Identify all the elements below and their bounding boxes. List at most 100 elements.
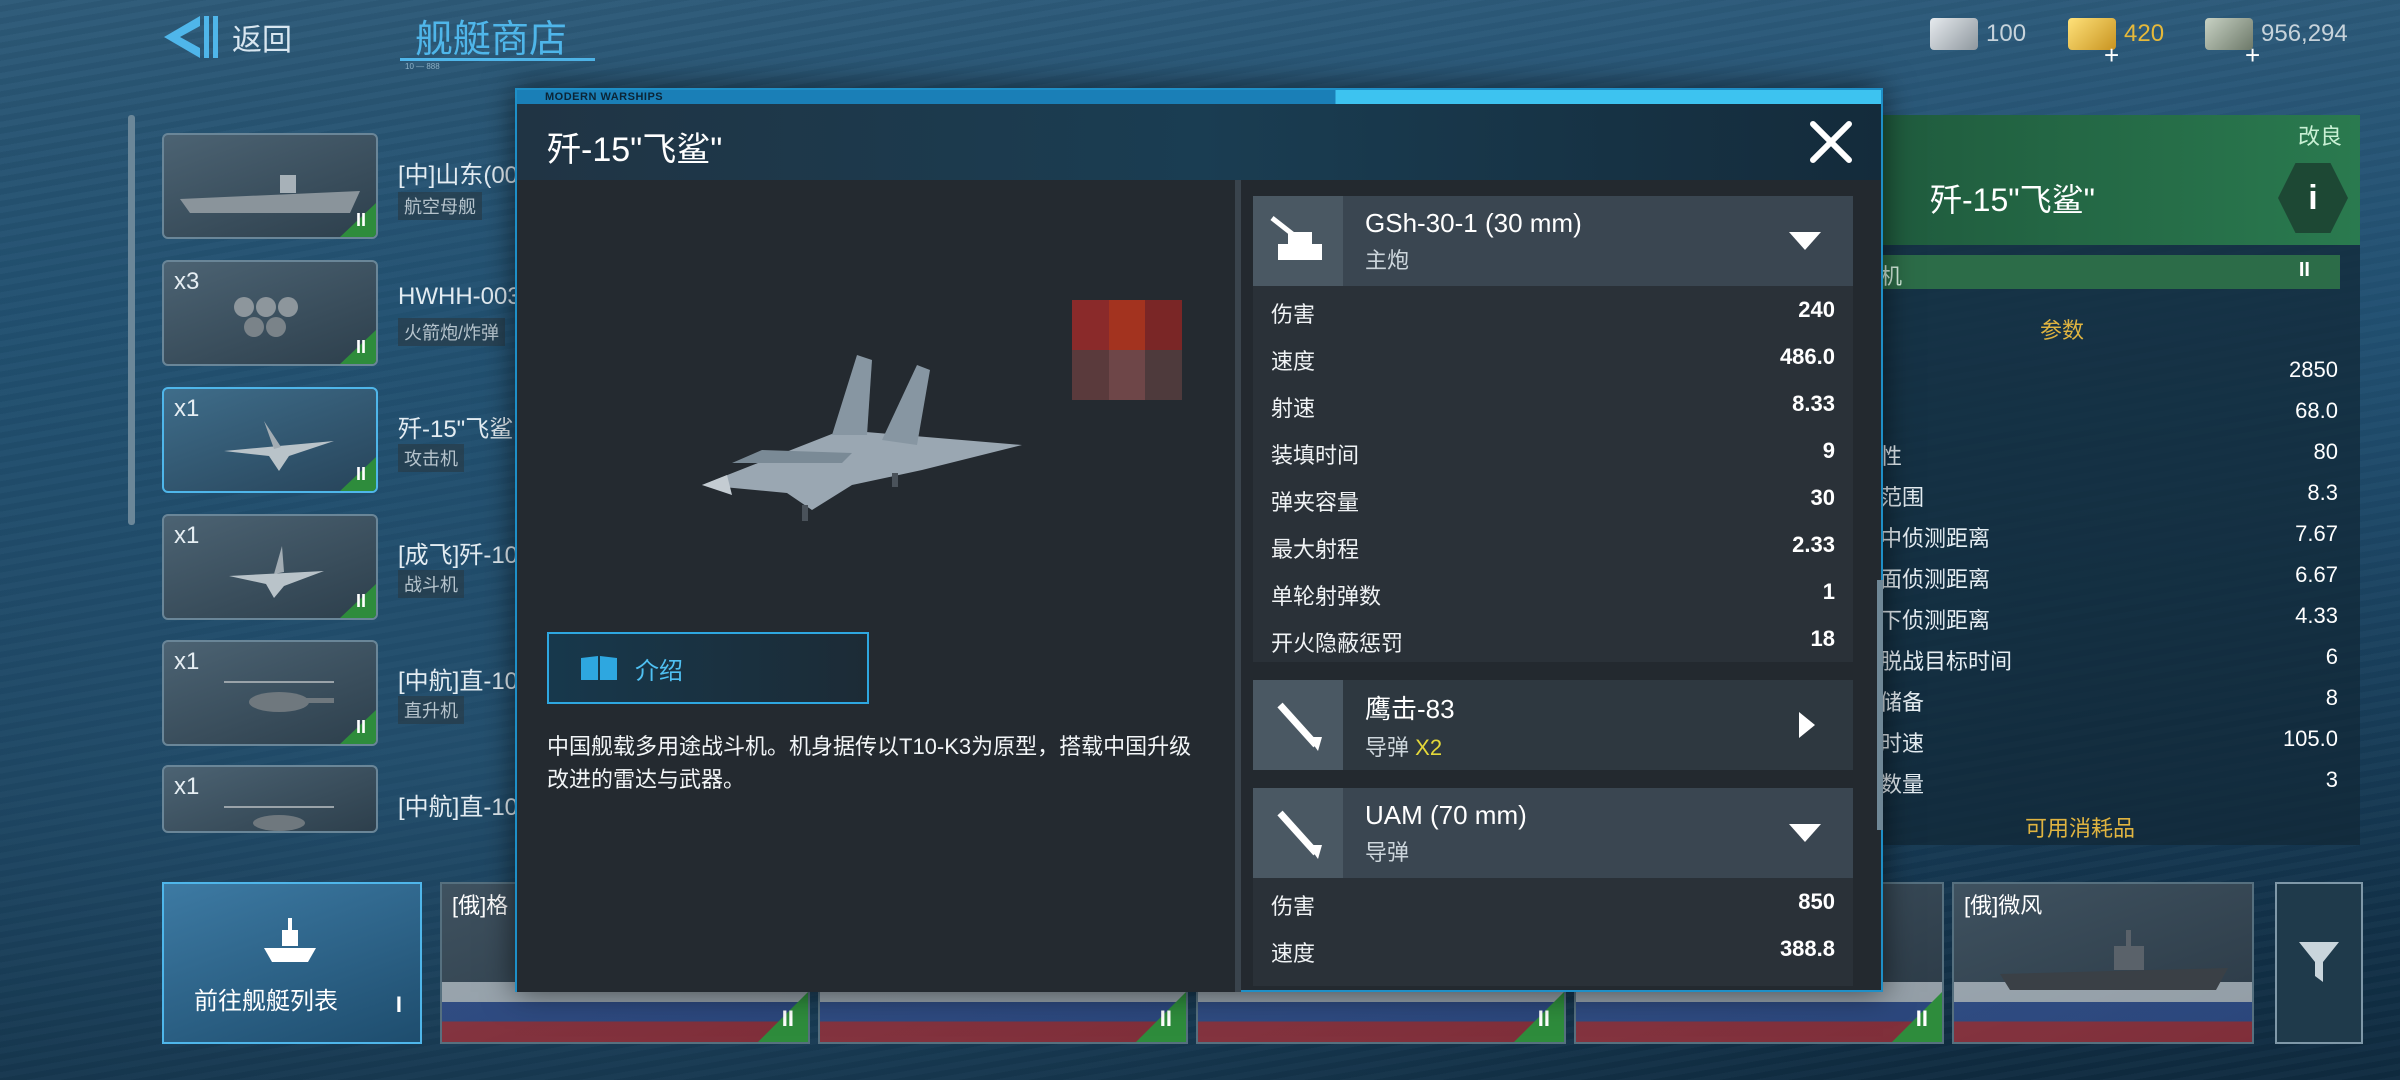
weapon-header[interactable]: GSh-30-1 (30 mm) 主炮 <box>1253 196 1853 286</box>
param-row: 2850 <box>2289 357 2338 382</box>
list-scrollbar[interactable] <box>128 115 135 525</box>
param-row: 中侦测距离 7.67 <box>1880 521 2338 551</box>
param-row: 下侦测距离 4.33 <box>1880 603 2338 633</box>
modal-title: 歼-15"飞鲨" <box>547 131 723 169</box>
param-row: 性 80 <box>1880 439 2338 469</box>
ship-type: 火箭炮/炸弹 <box>398 318 506 346</box>
tier-label: II <box>2298 259 2310 281</box>
ship-card[interactable]: [俄]微风 <box>1952 882 2254 1044</box>
missile-icon <box>1253 680 1343 770</box>
param-row: 储备 8 <box>1880 685 2338 715</box>
aircraft-overview: 介绍 中国舰载多用途战斗机。机身据传以T10-K3为原型，搭载中国升级改进的雷达… <box>517 180 1235 992</box>
weapon-header[interactable]: UAM (70 mm) 导弹 <box>1253 788 1853 878</box>
param-row: 68.0 <box>2295 398 2338 423</box>
ship-qty: x1 <box>174 522 200 549</box>
tier-label: II <box>355 210 366 230</box>
intro-button[interactable]: 介绍 <box>547 632 869 704</box>
modal-scrollbar[interactable] <box>1877 580 1883 830</box>
tier-label: II <box>1915 1006 1928 1031</box>
chevron-down-icon[interactable] <box>1787 226 1823 256</box>
ship-qty: x1 <box>174 773 200 800</box>
weapon-header[interactable]: 鹰击-83 导弹 X2 <box>1253 680 1853 770</box>
warship-icon <box>264 918 316 962</box>
ship-name: [中航]直-10 <box>398 794 519 821</box>
tier-label: II <box>355 337 366 357</box>
helicopter-icon <box>224 681 334 712</box>
blurred-badge <box>1072 300 1182 400</box>
top-bar: 返回 舰艇商店 10 — 888 100 420 + 956,294 + <box>0 0 2400 71</box>
back-label: 返回 <box>232 24 292 57</box>
cash-amount: 956,294 <box>2261 20 2348 47</box>
info-icon[interactable]: i <box>2278 163 2348 233</box>
stat-row: 最大射程 2.33 <box>1271 532 1835 562</box>
silver-currency: 100 <box>1930 18 2026 50</box>
silver-bar-icon <box>1930 18 1978 50</box>
ship-item[interactable]: x1 II <box>162 640 378 746</box>
modal-header: 歼-15"飞鲨" <box>517 104 1881 180</box>
param-row: 数量 3 <box>1880 767 2338 797</box>
stat-row: 开火隐蔽惩罚 18 <box>1271 626 1835 656</box>
ship-type: 攻击机 <box>398 444 464 472</box>
consumables-title: 可用消耗品 <box>2025 816 2136 841</box>
param-row: 脱战目标时间 6 <box>1880 644 2338 674</box>
filter-button[interactable] <box>2275 882 2363 1044</box>
title-underline <box>400 58 595 61</box>
goto-ship-list-button[interactable]: 前往舰艇列表 I <box>162 882 422 1044</box>
tier-label: II <box>1159 1006 1172 1031</box>
ship-subtype: 机 <box>1880 264 1903 289</box>
ship-qty: x1 <box>174 395 200 422</box>
book-icon <box>581 656 617 680</box>
stat-row: 速度 388.8 <box>1271 936 1835 966</box>
tier-label: II <box>355 464 366 484</box>
params-title: 参数 <box>2040 318 2085 343</box>
ship-name: [中航]直-10 <box>398 668 519 695</box>
brand-label: MODERN WARSHIPS <box>545 91 664 103</box>
ship-item[interactable]: x3 II <box>162 260 378 366</box>
ship-item[interactable]: II <box>162 133 378 239</box>
stat-row: 射速4 <box>1253 972 1853 986</box>
fighter-jet-icon <box>229 546 324 598</box>
goto-ship-list-label: 前往舰艇列表 <box>194 988 338 1015</box>
intro-label: 介绍 <box>635 657 683 685</box>
chevron-down-icon[interactable] <box>1787 818 1823 848</box>
ship-detail-header: 改良 歼-15"飞鲨" i <box>1860 115 2360 245</box>
silver-amount: 100 <box>1986 20 2027 47</box>
aircraft-description: 中国舰载多用途战斗机。机身据传以T10-K3为原型，搭载中国升级改进的雷达与武器… <box>547 734 1192 792</box>
cannon-icon <box>1253 196 1343 286</box>
tier-label: II <box>355 717 366 737</box>
back-arrow-icon <box>164 16 218 58</box>
weapon-name: GSh-30-1 (30 mm) <box>1365 207 1582 238</box>
chevron-right-icon[interactable] <box>1787 710 1823 740</box>
destroyer-thumbnail-icon <box>2000 930 2228 990</box>
ship-card-name: [俄]微风 <box>1964 893 2043 918</box>
ship-name: [中]山东(00 <box>398 162 519 189</box>
back-button[interactable]: 返回 <box>160 12 292 62</box>
rocket-launcher-icon <box>234 297 298 337</box>
weapon-type: 导弹 <box>1365 839 1410 865</box>
stat-row: 射速 8.33 <box>1271 391 1835 421</box>
upgrade-label[interactable]: 改良 <box>2298 119 2342 151</box>
ship-name: [成飞]歼-10 <box>398 542 519 569</box>
add-cash-icon[interactable]: + <box>2245 40 2260 71</box>
param-row: 范围 8.3 <box>1880 480 2338 510</box>
modal-top-strip: MODERN WARSHIPS <box>517 90 1881 104</box>
stat-row: 装填时间 9 <box>1271 438 1835 468</box>
stat-row: 单轮射弹数 1 <box>1271 579 1835 609</box>
ship-type-bar: 机 II <box>1860 255 2340 289</box>
tier-label: II <box>781 1006 794 1031</box>
ship-detail-name: 歼-15"飞鲨" <box>1930 182 2095 218</box>
close-icon[interactable] <box>1805 116 1857 168</box>
stat-row: 弹夹容量 30 <box>1271 485 1835 515</box>
ship-item[interactable]: x1 <box>162 765 378 833</box>
weapons-list[interactable]: GSh-30-1 (30 mm) 主炮 伤害 240 速度 486.0 射速 8.33… <box>1253 196 1853 986</box>
gold-amount: 420 <box>2124 20 2165 47</box>
tier-label: II <box>1537 1006 1550 1031</box>
cash-currency[interactable]: 956,294 <box>2205 18 2348 50</box>
weapon-name: 鹰击-83 <box>1365 693 1455 724</box>
ship-item[interactable]: x1 II <box>162 514 378 620</box>
add-gold-icon[interactable]: + <box>2104 40 2119 71</box>
page-title: 舰艇商店 <box>415 19 568 61</box>
title-subtext: 10 — 888 <box>405 62 440 71</box>
ship-item-selected[interactable]: x1 II <box>162 387 378 493</box>
filter-funnel-icon <box>2299 942 2339 982</box>
